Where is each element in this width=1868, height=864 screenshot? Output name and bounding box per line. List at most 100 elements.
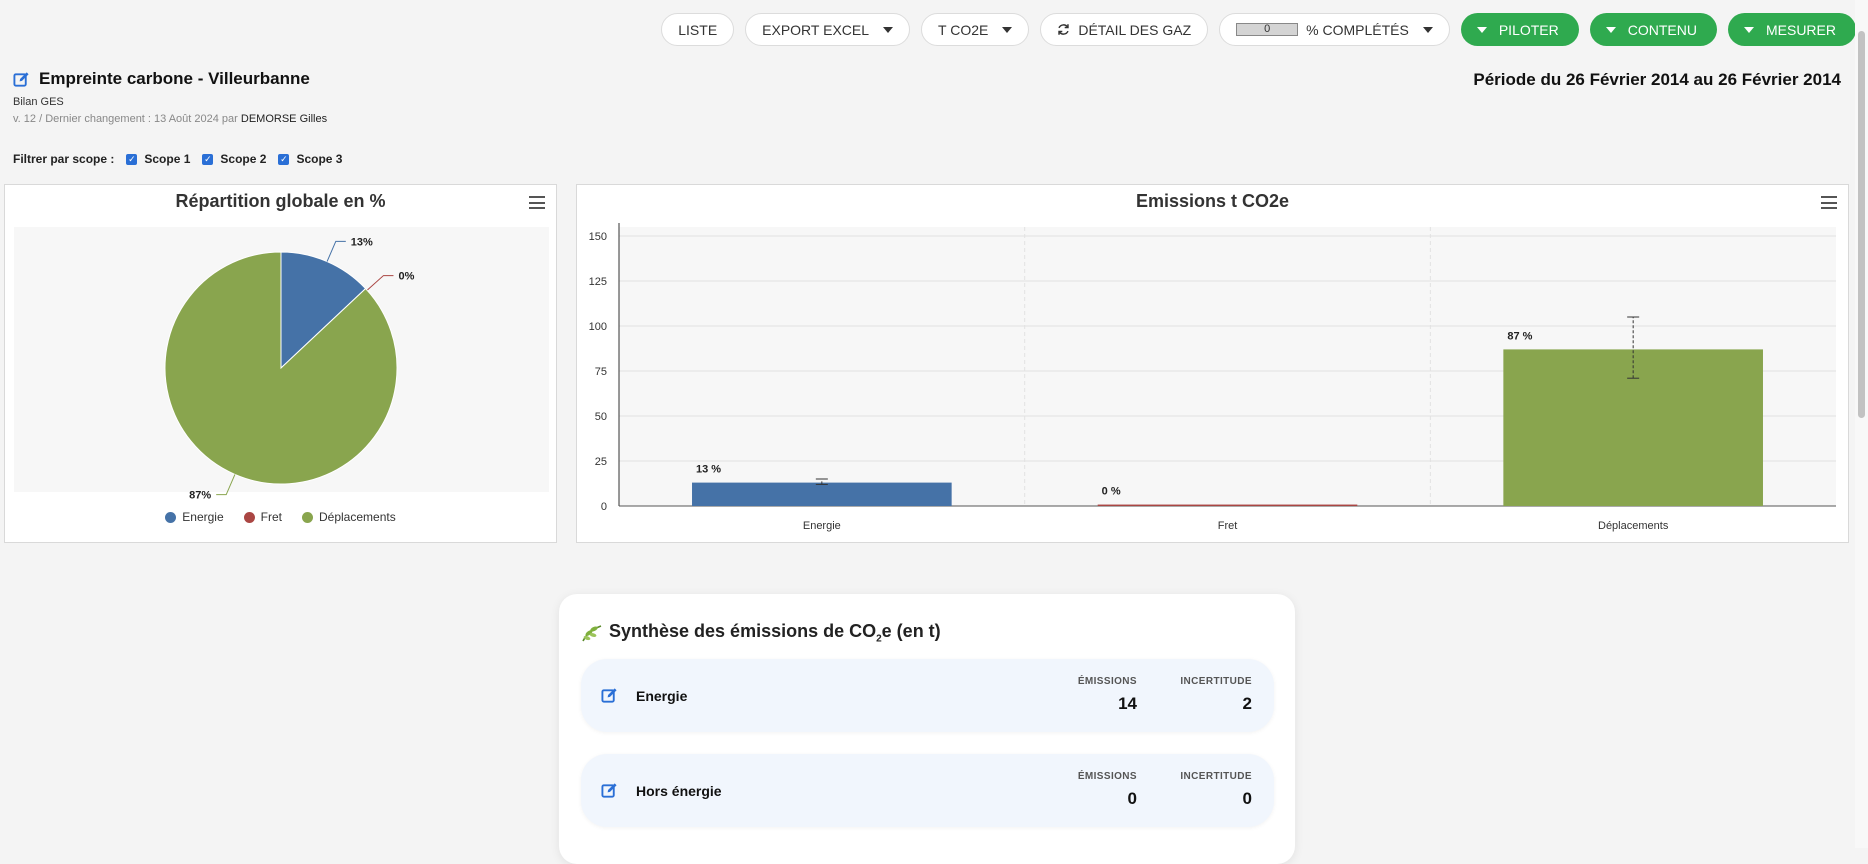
pie-label-connector: [326, 240, 346, 262]
y-tick-label: 150: [589, 231, 607, 243]
progress-bar: 0: [1236, 23, 1299, 36]
page-subtitle: Bilan GES: [13, 96, 64, 108]
caret-down-icon: [1743, 26, 1754, 33]
leaf-icon: [582, 625, 602, 642]
contenu-label: CONTENU: [1627, 21, 1697, 38]
pie-chart: 13% 0% 87%: [164, 236, 415, 502]
caret-down-icon: [1605, 26, 1616, 33]
legend-item-deplacements[interactable]: Déplacements: [302, 510, 396, 524]
pie-label-connector: [216, 474, 236, 496]
progress-dropdown[interactable]: 0 % COMPLÉTÉS: [1219, 13, 1450, 46]
liste-label: LISTE: [678, 21, 718, 38]
emissions-column: ÉMISSIONS 14: [1078, 676, 1137, 714]
synthesis-card: Synthèse des émissions de CO2e (en t) En…: [559, 594, 1295, 864]
emissions-value: 0: [1127, 789, 1137, 808]
synthesis-title: Synthèse des émissions de CO2e (en t): [581, 621, 941, 645]
caret-down-icon: [1476, 26, 1487, 33]
edit-icon[interactable]: [13, 71, 30, 88]
uncertainty-value: 0: [1242, 789, 1252, 808]
y-tick-label: 0: [601, 501, 607, 513]
version-text: v. 12 / Dernier changement : 13 Août 202…: [13, 113, 238, 125]
y-tick-label: 75: [595, 366, 607, 378]
piloter-label: PILOTER: [1498, 21, 1559, 38]
legend-dot-icon: [243, 511, 255, 523]
progress-value: 0: [1264, 23, 1271, 35]
x-tick-label: Déplacements: [1598, 520, 1669, 532]
scope-2-label: Scope 2: [220, 152, 267, 166]
synthesis-row-hors-energie: Hors énergie ÉMISSIONS 0 INCERTITUDE 0: [581, 754, 1274, 827]
legend-label: Fret: [260, 510, 282, 524]
pie-label-connector: [366, 275, 394, 291]
edit-icon[interactable]: [601, 782, 618, 799]
emissions-value: 14: [1118, 694, 1137, 713]
scope-1-checkbox[interactable]: ✓ Scope 1: [126, 152, 190, 166]
y-tick-label: 50: [595, 411, 607, 423]
synthesis-title-text: Synthèse des émissions de CO: [609, 621, 877, 641]
legend-label: Energie: [182, 510, 224, 524]
emissions-column: ÉMISSIONS 0: [1078, 771, 1137, 809]
piloter-button[interactable]: PILOTER: [1460, 13, 1579, 46]
export-excel-label: EXPORT EXCEL: [762, 21, 870, 38]
caret-down-icon: [1422, 26, 1433, 33]
mesurer-label: MESURER: [1765, 21, 1836, 38]
checkbox-checked-icon[interactable]: ✓: [278, 153, 290, 165]
page-scrollbar[interactable]: [1855, 0, 1868, 848]
pie-data-label: 87%: [189, 490, 211, 502]
pie-data-label: 0%: [398, 271, 414, 283]
version-meta: v. 12 / Dernier changement : 13 Août 202…: [13, 113, 327, 125]
pie-data-label: 13%: [351, 236, 373, 248]
synthesis-title-suffix: e (en t): [881, 621, 941, 641]
legend-item-fret[interactable]: Fret: [243, 510, 282, 524]
synthesis-row-label: Hors énergie: [636, 783, 722, 799]
unit-label: T CO2E: [938, 21, 989, 38]
emissions-header: ÉMISSIONS: [1077, 676, 1137, 687]
caret-down-icon: [1002, 26, 1013, 33]
export-excel-button[interactable]: EXPORT EXCEL: [745, 13, 911, 46]
scope-1-label: Scope 1: [144, 152, 191, 166]
legend-dot-icon: [302, 511, 313, 523]
uncertainty-header: INCERTITUDE: [1180, 676, 1252, 687]
caret-down-icon: [883, 26, 894, 33]
scope-2-checkbox[interactable]: ✓ Scope 2: [202, 152, 266, 166]
uncertainty-header: INCERTITUDE: [1180, 771, 1252, 782]
gas-detail-label: DÉTAIL DES GAZ: [1078, 21, 1192, 38]
bar: [692, 482, 952, 506]
unit-dropdown[interactable]: T CO2E: [921, 13, 1030, 46]
bar-chart: 0 25 50 75 100 125 150 13 % Energie 0 % Fret 87 % Dé…: [589, 223, 1836, 532]
edit-icon[interactable]: [601, 687, 618, 704]
toolbar: LISTE EXPORT EXCEL T CO2E DÉTAIL DES GAZ…: [661, 13, 1856, 46]
bar-data-label: 87 %: [1507, 330, 1532, 342]
mesurer-button[interactable]: MESURER: [1727, 13, 1856, 46]
legend-dot-icon: [165, 511, 177, 523]
period-label: Période du 26 Février 2014 au 26 Février…: [1473, 70, 1841, 89]
uncertainty-value: 2: [1242, 694, 1252, 713]
gas-detail-button[interactable]: DÉTAIL DES GAZ: [1040, 13, 1209, 46]
y-tick-label: 25: [595, 456, 607, 468]
y-tick-label: 125: [589, 276, 607, 288]
page-title-row: Empreinte carbone - Villeurbanne: [13, 69, 310, 89]
legend-item-energie[interactable]: Energie: [165, 510, 224, 524]
bar: [1097, 504, 1358, 506]
emissions-header: ÉMISSIONS: [1077, 771, 1137, 782]
legend-label: Déplacements: [319, 510, 396, 524]
x-tick-label: Fret: [1218, 520, 1238, 532]
synthesis-row-label: Energie: [636, 688, 688, 704]
scope-filter: Filtrer par scope : ✓ Scope 1 ✓ Scope 2 ✓ S…: [13, 152, 342, 166]
pie-legend: Energie Fret Déplacements: [5, 510, 556, 524]
uncertainty-column: INCERTITUDE 2: [1180, 676, 1252, 714]
bar-chart-card: Emissions t CO2e 0 25 50 75 100 125 150 13 % Ene…: [576, 184, 1849, 543]
bar-data-label: 13 %: [696, 464, 721, 476]
checkbox-checked-icon[interactable]: ✓: [126, 153, 138, 165]
scope-3-label: Scope 3: [296, 152, 343, 166]
liste-button[interactable]: LISTE: [661, 13, 735, 46]
bar-data-label: 0 %: [1102, 486, 1121, 498]
scope-3-checkbox[interactable]: ✓ Scope 3: [278, 152, 342, 166]
checkbox-checked-icon[interactable]: ✓: [202, 153, 214, 165]
refresh-icon: [1058, 24, 1070, 35]
progress-label: % COMPLÉTÉS: [1306, 21, 1409, 38]
pie-chart-card: Répartition globale en % 13% 0% 87% Energi…: [4, 184, 557, 543]
scrollbar-thumb[interactable]: [1858, 31, 1865, 418]
x-tick-label: Energie: [803, 520, 841, 532]
author-name: DEMORSE Gilles: [240, 113, 328, 125]
contenu-button[interactable]: CONTENU: [1589, 13, 1717, 46]
